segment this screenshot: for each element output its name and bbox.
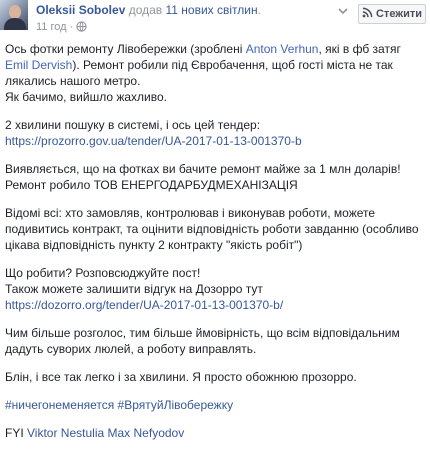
paragraph-cost: Виявляється, що на фотках ви бачите ремо… (5, 161, 425, 193)
photos-count-link[interactable]: 11 нових світлин (166, 3, 258, 17)
text: Як бачимо, вийшло жахливо. (5, 90, 168, 104)
hashtag-link[interactable]: #ничегонеменяется (5, 398, 114, 412)
mention-max-nefyodov[interactable]: Max Nefyodov (108, 426, 185, 440)
mention-emil-dervish[interactable]: Emil Dervish (5, 58, 72, 72)
text: Що робити? Розповсюджуйте пост! (5, 266, 201, 280)
globe-icon[interactable] (76, 21, 87, 35)
post-action: додав 11 нових світлин. (128, 3, 261, 17)
follow-label: Стежити (375, 8, 422, 20)
rss-icon (362, 7, 373, 21)
text: Ремонт робило ТОВ ЕНЕРГОДАРБУДМЕХАНІЗАЦІ… (5, 178, 298, 192)
paragraph-known: Відомі всі: хто замовляв, контролював і … (5, 206, 419, 252)
mention-viktor-nestulia[interactable]: Viktor Nestulia (27, 426, 104, 440)
mention-anton-verhun[interactable]: Anton Verhun (246, 42, 319, 56)
paragraph-action: Що робити? Розповсюджуйте пост! Також мо… (5, 265, 425, 313)
paragraph-fyi: FYI Viktor Nestulia Max Nefyodov (5, 425, 425, 441)
post-body: Ось фотки ремонту Лівобережки (зроблені … (5, 41, 425, 453)
paragraph-intro: Ось фотки ремонту Лівобережки (зроблені … (5, 41, 425, 105)
avatar[interactable] (0, 0, 28, 30)
text: 2 хвилини пошуку в системі, і ось цей те… (5, 118, 261, 132)
follow-button[interactable]: Стежити (358, 4, 426, 24)
post-meta: 11 год · (36, 21, 87, 35)
text: , які в фб затяг (318, 42, 401, 56)
post-header: Oleksii Sobolev додав 11 нових світлин. … (0, 0, 430, 40)
text: Також можете залишити відгук на Дозорро … (5, 282, 263, 296)
paragraph-publicity: Чим більше розголос, тим більше ймовірні… (5, 326, 400, 356)
meta-separator: · (69, 21, 74, 33)
prozorro-link[interactable]: https://prozorro.gov.ua/tender/UA-2017-0… (5, 134, 302, 148)
text: FYI (5, 426, 28, 440)
paragraph-love: Блін, і все так легко і за хвилини. Я пр… (5, 370, 357, 384)
post-timestamp[interactable]: 11 год (36, 21, 67, 33)
author-name[interactable]: Oleksii Sobolev (36, 3, 125, 17)
text: Ось фотки ремонту Лівобережки (зроблені (5, 42, 246, 56)
paragraph-tender: 2 хвилини пошуку в системі, і ось цей те… (5, 117, 425, 149)
text: Виявляється, що на фотках ви бачите ремо… (5, 162, 401, 176)
dozorro-link[interactable]: https://dozorro.org/tender/UA-2017-01-13… (5, 298, 283, 312)
chevron-down-icon[interactable] (337, 4, 349, 18)
hashtag-link[interactable]: #ВрятуйЛівобережку (118, 398, 234, 412)
author-line: Oleksii Sobolev додав 11 нових світлин. (36, 3, 261, 17)
